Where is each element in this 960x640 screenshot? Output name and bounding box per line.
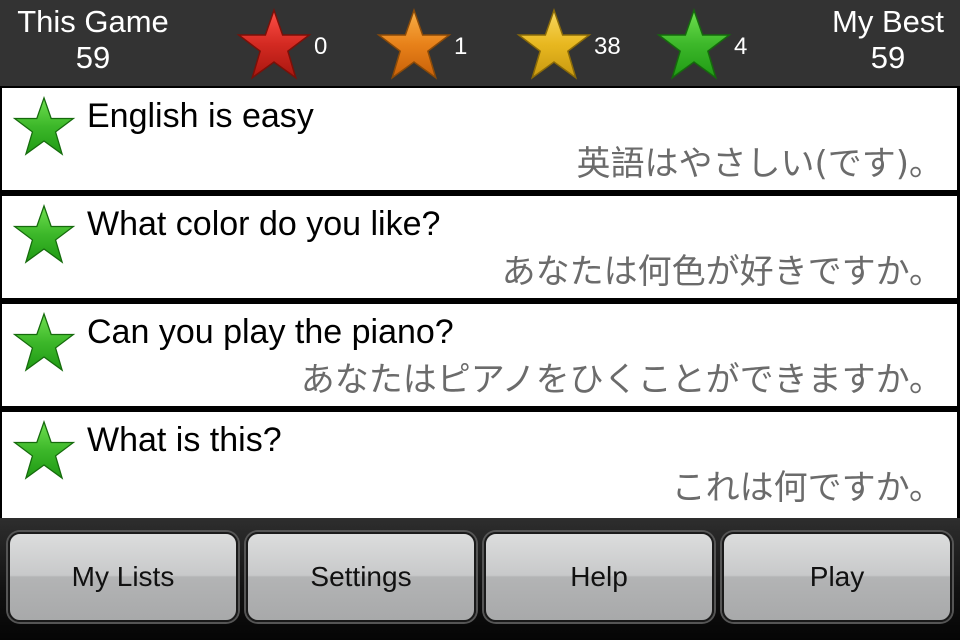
red-star-count-value: 0 [314, 33, 328, 60]
yellow-star-count: 38 [516, 8, 621, 80]
red-star-count: 0 [236, 8, 327, 80]
green-star-count-value: 4 [734, 33, 748, 60]
phrase-row[interactable]: Can you play the piano? あなたはピアノをひくことができま… [2, 304, 957, 406]
phrase-english: What is this? [87, 421, 282, 459]
this-game-value: 59 [75, 40, 111, 75]
this-game-label: This Game [17, 4, 169, 39]
phrase-english: What color do you like? [87, 205, 441, 243]
green-star-count: 4 [656, 8, 747, 80]
green-star-icon [14, 205, 74, 263]
phrase-row[interactable]: What is this? これは何ですか。 [2, 412, 957, 518]
green-star-icon [658, 9, 730, 79]
red-star-icon [238, 9, 310, 79]
my-best-score: My Best 59 [826, 4, 950, 76]
phrase-row[interactable]: English is easy 英語はやさしい(です)。 [2, 88, 957, 190]
phrase-japanese: あなたは何色が好きですか。 [501, 252, 943, 292]
phrase-english: Can you play the piano? [87, 313, 454, 351]
green-star-icon [14, 313, 74, 371]
orange-star-icon [378, 9, 450, 79]
my-lists-button[interactable]: My Lists [8, 532, 238, 622]
orange-star-count: 1 [376, 8, 467, 80]
this-game-score: This Game 59 [10, 4, 176, 76]
help-button[interactable]: Help [484, 532, 714, 622]
yellow-star-count-value: 38 [594, 33, 621, 60]
settings-button[interactable]: Settings [246, 532, 476, 622]
orange-star-count-value: 1 [454, 33, 468, 60]
phrase-english: English is easy [87, 97, 314, 135]
my-best-value: 59 [870, 40, 906, 75]
yellow-star-icon [518, 9, 590, 79]
phrase-list[interactable]: English is easy 英語はやさしい(です)。 What color … [0, 86, 960, 518]
bottom-toolbar: My Lists Settings Help Play [0, 518, 960, 640]
phrase-row[interactable]: What color do you like? あなたは何色が好きですか。 [2, 196, 957, 298]
phrase-japanese: あなたはピアノをひくことができますか。 [300, 360, 943, 400]
phrase-japanese: これは何ですか。 [671, 468, 943, 508]
green-star-icon [14, 421, 74, 479]
my-best-label: My Best [832, 4, 944, 39]
score-header: This Game 59 0 1 38 4 My Best 59 [0, 0, 960, 86]
green-star-icon [14, 97, 74, 155]
phrase-japanese: 英語はやさしい(です)。 [576, 144, 943, 184]
play-button[interactable]: Play [722, 532, 952, 622]
